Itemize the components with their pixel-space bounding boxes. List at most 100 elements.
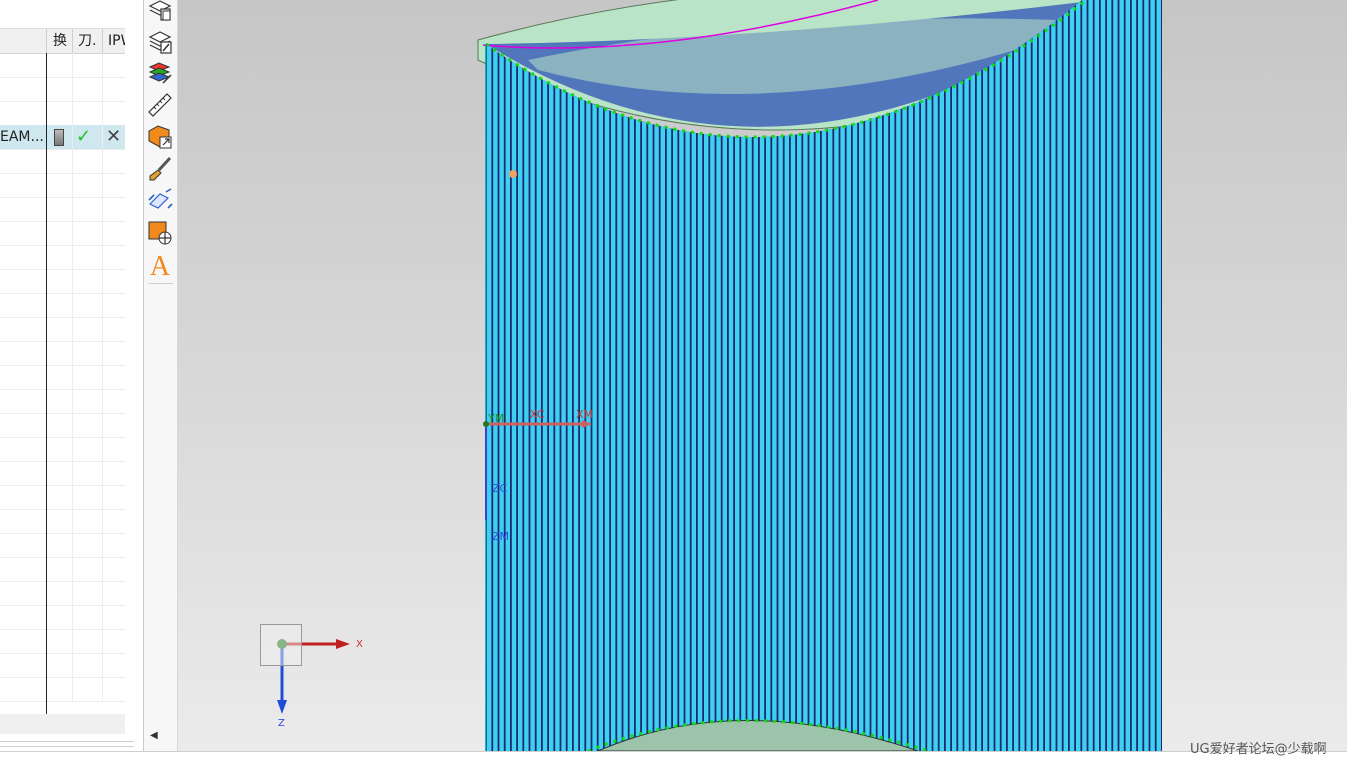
- move-object-icon[interactable]: [146, 218, 174, 246]
- toolpath-pass: [945, 0, 951, 751]
- cell-divider: [72, 437, 73, 461]
- toolpath-pass: [1026, 0, 1031, 751]
- zc-label: ZC: [492, 482, 508, 495]
- table-row[interactable]: [0, 413, 125, 438]
- table-row[interactable]: [0, 173, 125, 198]
- toolpath-pass: [1150, 0, 1155, 751]
- cell-divider: [102, 77, 103, 101]
- cell-divider: [102, 485, 103, 509]
- horizontal-scrollbar[interactable]: [0, 714, 125, 734]
- toolpath-pass: [1076, 0, 1081, 751]
- cell-divider: [102, 389, 103, 413]
- table-row[interactable]: [0, 509, 125, 534]
- header-divider: [46, 29, 47, 53]
- triad-z-arrowhead: [277, 700, 287, 714]
- cell-divider: [72, 293, 73, 317]
- table-row[interactable]: [0, 629, 125, 654]
- navigator-rows: EAM... ✓ ✕: [0, 53, 125, 714]
- cell-divider: [102, 437, 103, 461]
- cell-divider: [102, 509, 103, 533]
- cell-divider: [72, 533, 73, 557]
- cell-divider: [102, 317, 103, 341]
- selected-operation-row[interactable]: EAM... ✓ ✕: [0, 125, 125, 150]
- column-header-ipw[interactable]: IPW: [108, 29, 125, 53]
- table-row[interactable]: [0, 437, 125, 462]
- shaded-edge-icon[interactable]: [146, 123, 174, 151]
- cell-divider: [102, 413, 103, 437]
- cell-divider: [102, 341, 103, 365]
- cell-divider: [72, 101, 73, 125]
- toolpath-pass: [976, 0, 982, 751]
- cell-divider: [72, 629, 73, 653]
- toolpath-pass: [933, 0, 938, 751]
- cell-divider: [72, 173, 73, 197]
- collapse-arrow-icon[interactable]: ◀: [150, 730, 158, 741]
- table-row[interactable]: [0, 101, 125, 126]
- table-row[interactable]: [0, 197, 125, 222]
- toolpath-pass: [511, 0, 517, 751]
- table-row[interactable]: [0, 77, 125, 102]
- table-row[interactable]: [0, 149, 125, 174]
- table-row[interactable]: [0, 341, 125, 366]
- coordinate-transform-icon[interactable]: [146, 186, 174, 214]
- triad-x-label: X: [356, 639, 363, 650]
- column-header-tool-change[interactable]: 换: [53, 29, 71, 53]
- table-row[interactable]: [0, 317, 125, 342]
- cell-divider: [72, 269, 73, 293]
- toolpath-pass: [890, 0, 895, 751]
- toolpath-pass: [1094, 0, 1099, 751]
- paint-brush-icon[interactable]: [146, 155, 174, 183]
- table-row[interactable]: [0, 533, 125, 558]
- table-row[interactable]: [0, 605, 125, 630]
- ym-label: YM: [488, 412, 505, 425]
- toolpath-pass: [598, 0, 603, 751]
- toolpath-pass: [524, 0, 529, 751]
- toolpath-pass: [1138, 0, 1143, 751]
- start-point-marker: [509, 170, 517, 178]
- vertical-scrollbar[interactable]: [126, 28, 142, 728]
- table-row[interactable]: [0, 221, 125, 246]
- table-row[interactable]: [0, 461, 125, 486]
- table-row[interactable]: [0, 293, 125, 318]
- table-row[interactable]: [0, 653, 125, 678]
- table-row[interactable]: [0, 53, 125, 78]
- cell-divider: [72, 461, 73, 485]
- table-row[interactable]: [0, 269, 125, 294]
- text-annotation-icon[interactable]: A: [146, 250, 174, 282]
- toolpath-pass: [617, 0, 622, 751]
- toolpath-pass: [964, 0, 969, 751]
- cell-divider: [102, 581, 103, 605]
- toolbar-divider: [148, 283, 173, 284]
- edit-operation-icon[interactable]: [146, 28, 174, 56]
- toolpath-pass: [1051, 0, 1056, 751]
- toolpath-pass: [505, 0, 510, 751]
- toolpath-pass: [902, 0, 907, 751]
- toolpath-pass: [1038, 0, 1044, 751]
- view-triad-box[interactable]: [260, 624, 302, 666]
- table-row[interactable]: [0, 677, 125, 702]
- column-header-tool[interactable]: 刀.: [78, 29, 102, 53]
- toolpath-pass: [561, 0, 566, 751]
- layer-icon[interactable]: [146, 59, 174, 87]
- table-row[interactable]: [0, 557, 125, 582]
- operation-name: EAM...: [0, 129, 44, 145]
- cell-divider: [72, 653, 73, 677]
- resource-toolbar: A ◀: [144, 0, 178, 759]
- table-row[interactable]: [0, 485, 125, 510]
- graphics-viewport[interactable]: YM XC XM ZC ZM X Z: [178, 0, 1347, 751]
- copy-operation-icon[interactable]: [146, 0, 174, 24]
- toolpath-pass: [939, 0, 944, 751]
- toolpath-pass: [989, 0, 994, 751]
- table-row[interactable]: [0, 581, 125, 606]
- table-row[interactable]: [0, 365, 125, 390]
- table-row[interactable]: [0, 245, 125, 270]
- cell-divider: [72, 245, 73, 269]
- toolpath-pass: [542, 0, 548, 751]
- cell-divider: [102, 653, 103, 677]
- table-row[interactable]: [0, 389, 125, 414]
- measure-ruler-icon[interactable]: [146, 91, 174, 119]
- toolpath-pass: [1156, 0, 1161, 751]
- toolpath-pass: [1057, 0, 1062, 751]
- toolpath-pass: [1107, 0, 1112, 751]
- toolpath-pass: [927, 0, 932, 751]
